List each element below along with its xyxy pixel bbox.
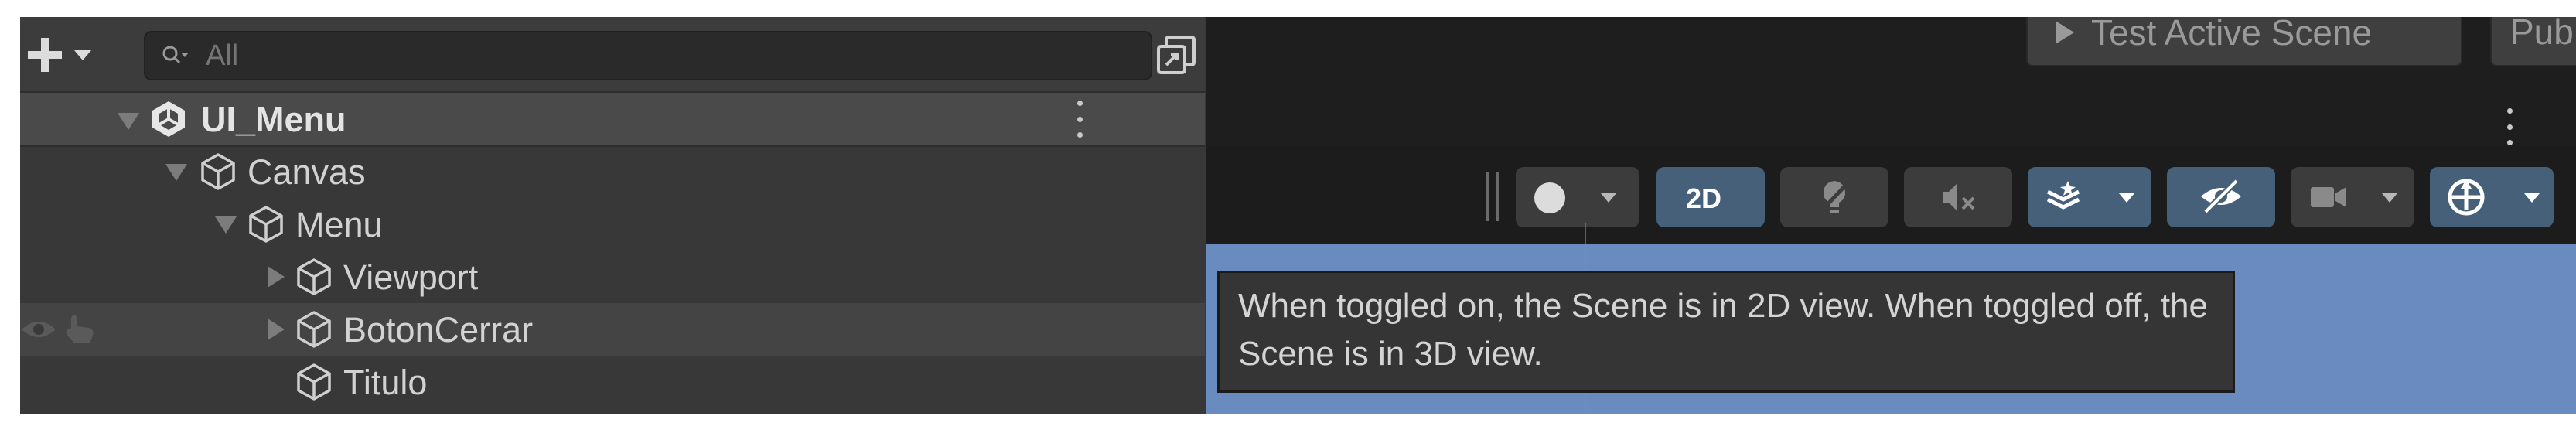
gizmos-icon: [2448, 179, 2485, 216]
kebab-menu-icon[interactable]: [1076, 101, 1083, 138]
expand-arrow[interactable]: [268, 266, 285, 288]
tooltip-text: When toggled on, the Scene is in 2D view…: [1238, 287, 2208, 373]
gameobject-cube-icon: [249, 206, 283, 243]
gameobject-cube-icon: [297, 311, 331, 348]
lighting-icon: [1819, 181, 1850, 213]
kebab-menu-icon[interactable]: [2506, 108, 2513, 145]
search-icon: [162, 46, 189, 64]
gameobject-cube-icon: [297, 363, 331, 401]
chevron-down-icon: [2382, 193, 2397, 203]
audio-mute-icon: [1943, 184, 1975, 210]
row-visibility-controls: [20, 303, 105, 356]
lighting-toggle[interactable]: [1780, 167, 1888, 227]
gizmos-toggle[interactable]: [2430, 167, 2554, 227]
chevron-down-icon: [1601, 193, 1616, 203]
gameobject-cube-icon: [297, 258, 331, 295]
toolbar-grip: [1485, 172, 1502, 221]
visibility-eye-icon[interactable]: [20, 317, 57, 342]
gameobject-cube-icon: [201, 153, 235, 190]
chevron-down-icon: [74, 49, 91, 60]
row-label: BotonCerrar: [343, 310, 534, 349]
scene-view-toolbar: 2D: [1206, 145, 2576, 244]
hierarchy-row-canvas[interactable]: Canvas: [20, 145, 1205, 198]
2d-view-toggle[interactable]: 2D: [1656, 167, 1765, 227]
chevron-down-icon: [2119, 193, 2134, 203]
expand-arrow[interactable]: [118, 113, 139, 130]
publish-button[interactable]: Publ: [2490, 17, 2576, 66]
shading-mode-button[interactable]: [1516, 167, 1639, 227]
2d-label: 2D: [1686, 182, 1722, 214]
scene-viewport[interactable]: When toggled on, the Scene is in 2D view…: [1206, 223, 2576, 414]
hierarchy-row-ui-menu[interactable]: UI_Menu: [20, 91, 1205, 147]
pickable-hand-icon[interactable]: [63, 314, 97, 346]
unity-editor: UI_Menu Canvas Menu Viewport: [20, 17, 2576, 414]
hierarchy-row-viewport[interactable]: Viewport: [20, 251, 1205, 303]
play-icon: [2056, 21, 2074, 44]
test-active-scene-label: Test Active Scene: [2091, 17, 2373, 53]
camera-settings-button[interactable]: [2291, 167, 2414, 227]
row-label: Canvas: [247, 152, 366, 192]
audio-toggle[interactable]: [1904, 167, 2012, 227]
search-field[interactable]: [144, 31, 1152, 80]
hierarchy-row-botoncerrar[interactable]: BotonCerrar: [20, 303, 1205, 356]
hidden-objects-icon: [2201, 179, 2241, 213]
unity-scene-icon: [152, 101, 185, 137]
hierarchy-row-titulo[interactable]: Titulo: [20, 356, 1205, 408]
publish-label: Publ: [2510, 17, 2576, 52]
row-label: Viewport: [343, 257, 479, 297]
shading-mode-icon: [1534, 182, 1565, 213]
effects-toggle[interactable]: [2028, 167, 2151, 227]
expand-arrow[interactable]: [215, 216, 237, 234]
expand-arrow[interactable]: [268, 319, 285, 340]
main-toolbar: Test Active Scene Publ: [1206, 17, 2576, 94]
hierarchy-toolbar: [20, 17, 1205, 93]
camera-icon: [2311, 187, 2346, 207]
expand-arrow[interactable]: [165, 164, 187, 181]
scene-visibility-toggle[interactable]: [2167, 167, 2275, 227]
scene-view: Test Active Scene Publ 2D When toggled o…: [1206, 17, 2576, 414]
search-input[interactable]: [206, 39, 1056, 73]
row-label: UI_Menu: [201, 100, 346, 139]
create-dropdown-button[interactable]: [20, 28, 116, 82]
test-active-scene-button[interactable]: Test Active Scene: [2026, 17, 2462, 66]
hierarchy-panel: UI_Menu Canvas Menu Viewport: [20, 17, 1205, 414]
row-label: Titulo: [343, 363, 428, 402]
tooltip: When toggled on, the Scene is in 2D view…: [1217, 271, 2235, 393]
plus-icon: [28, 38, 62, 72]
hierarchy-row-menu[interactable]: Menu: [20, 198, 1205, 251]
chevron-down-icon: [2524, 193, 2540, 203]
scene-picker-icon[interactable]: [1155, 34, 1197, 76]
effects-icon: [2046, 181, 2080, 210]
row-label: Menu: [295, 205, 383, 244]
